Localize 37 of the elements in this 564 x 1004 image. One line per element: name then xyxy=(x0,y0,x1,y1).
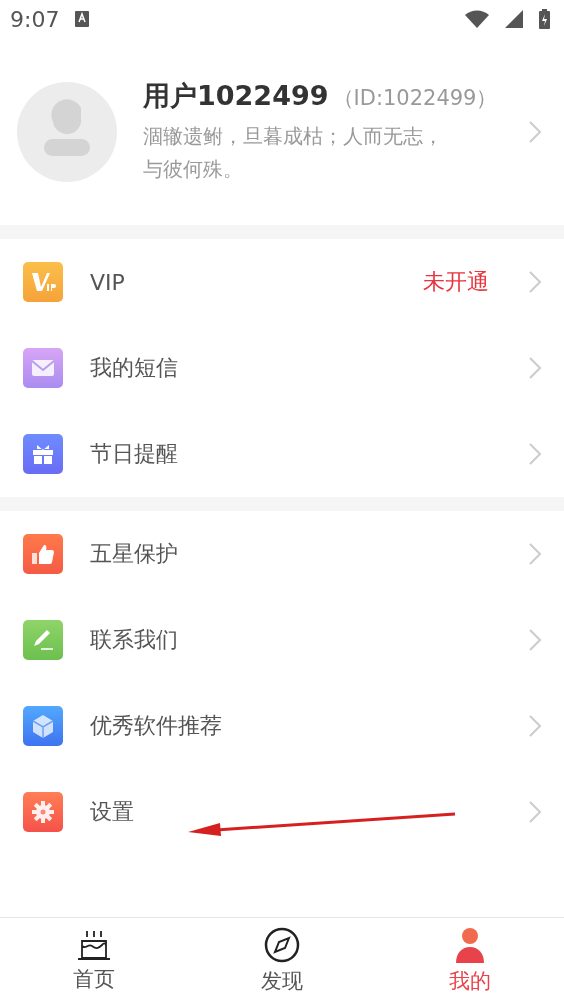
battery-icon xyxy=(539,9,550,29)
chevron-right-icon xyxy=(528,542,542,566)
settings-icon xyxy=(23,792,63,832)
status-label: 未开通 xyxy=(423,268,489,296)
nav-tab[interactable]: 我的 xyxy=(443,918,497,1004)
chevron-right-icon xyxy=(528,270,542,294)
envelope-icon xyxy=(23,348,63,388)
chevron-right-icon xyxy=(528,800,542,824)
user-id: （ID:1022499） xyxy=(332,84,498,112)
chevron-right-icon xyxy=(528,119,542,144)
menu-item[interactable]: 联系我们 xyxy=(0,597,564,683)
signal-icon xyxy=(505,10,523,28)
cube-icon xyxy=(23,706,63,746)
user-name: 用户1022499 xyxy=(143,78,329,113)
avatar-placeholder-icon xyxy=(17,81,117,182)
thumbs-up-icon xyxy=(23,534,63,574)
menu-item[interactable]: 设置 xyxy=(0,769,564,855)
chevron-right-icon xyxy=(528,714,542,738)
vip-icon xyxy=(23,262,63,302)
chevron-right-icon xyxy=(528,628,542,652)
wifi-icon xyxy=(465,10,489,28)
menu-item[interactable]: 五星保护 xyxy=(0,511,564,597)
menu-item[interactable]: 我的短信 xyxy=(0,325,564,411)
chevron-right-icon xyxy=(528,442,542,466)
cake-icon xyxy=(77,929,111,961)
menu-item[interactable]: 节日提醒 xyxy=(0,411,564,497)
keyboard-notification-icon xyxy=(75,11,90,27)
user-motto: 涸辙遗鲋，旦暮成枯；人而无志，与彼何殊。 xyxy=(143,122,444,183)
pencil-icon xyxy=(23,620,63,660)
nav-tab[interactable]: 发现 xyxy=(255,918,309,1004)
chevron-right-icon xyxy=(528,356,542,380)
menu-item[interactable]: VIP 未开通 xyxy=(0,239,564,325)
status-time: 9:07 xyxy=(10,6,60,32)
menu-item[interactable]: 优秀软件推荐 xyxy=(0,683,564,769)
gift-icon xyxy=(23,434,63,474)
compass-icon xyxy=(264,927,300,963)
nav-tab[interactable]: 首页 xyxy=(67,918,121,1004)
